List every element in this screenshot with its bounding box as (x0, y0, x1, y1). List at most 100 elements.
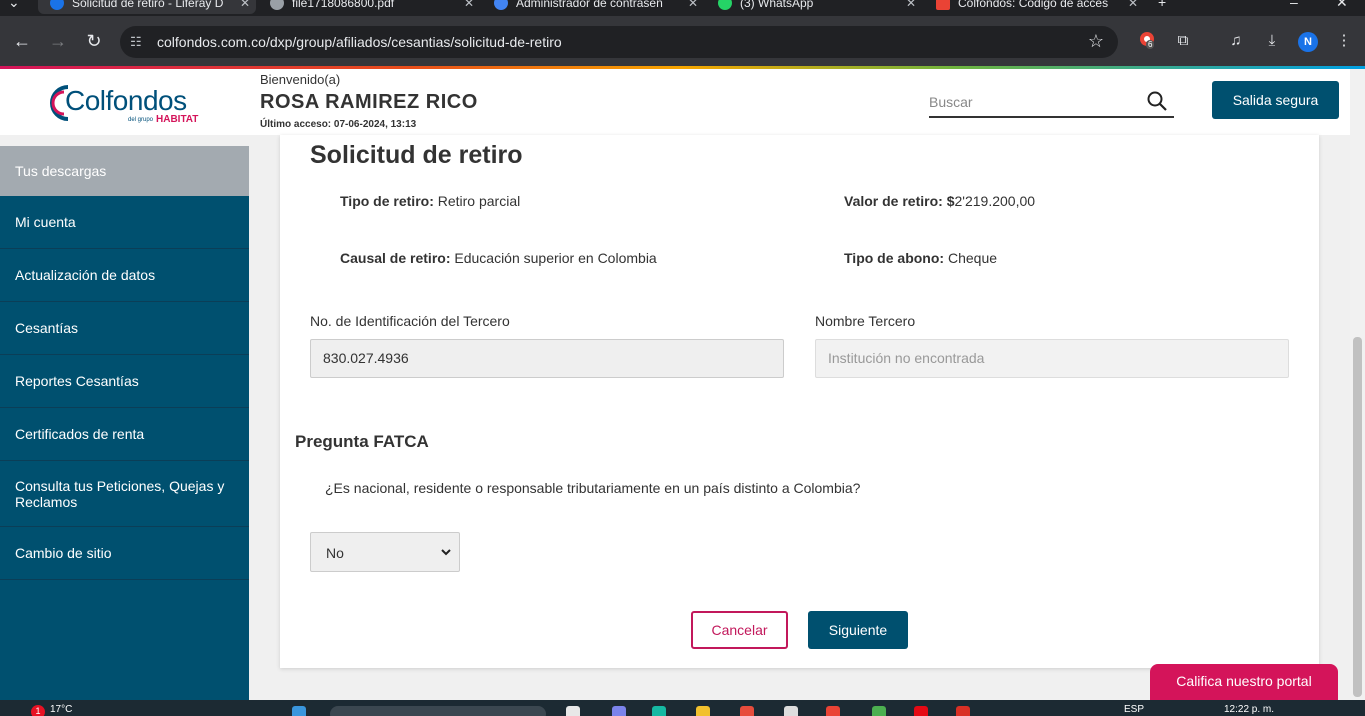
sidebar: Tus descargas Mi cuenta Actualización de… (0, 146, 249, 700)
sidebar-item-pqr[interactable]: Consulta tus Peticiones, Quejas y Reclam… (0, 461, 249, 527)
reload-icon[interactable]: ↻ (83, 30, 105, 52)
close-tab-icon[interactable]: ✕ (240, 0, 250, 12)
scrollbar-thumb[interactable] (1353, 337, 1362, 697)
search-box (929, 89, 1174, 118)
sidebar-item-update-data[interactable]: Actualización de datos (0, 249, 249, 302)
tab-title: Administrador de contraseñ (516, 0, 663, 10)
edge-icon[interactable] (652, 706, 666, 716)
weather-badge: 1 (31, 705, 45, 716)
withdrawal-cause-label: Causal de retiro: (340, 250, 451, 266)
weather-temperature[interactable]: 17°C (50, 704, 72, 715)
tab-colfondos-code[interactable]: Colfondos: Código de acces ✕ (924, 0, 1144, 14)
third-party-id-field[interactable]: 830.027.4936 (310, 339, 784, 378)
withdrawal-amount-label: Valor de retiro: (844, 193, 943, 209)
currency-symbol: $ (946, 193, 955, 209)
site-settings-icon[interactable]: ☷ (130, 34, 146, 50)
sidebar-item-downloads[interactable]: Tus descargas (0, 146, 249, 196)
key-favicon-icon (494, 0, 508, 10)
whatsapp-favicon-icon (718, 0, 732, 10)
sidebar-item-label: Cambio de sitio (15, 545, 112, 561)
logo-sub: del grupo (128, 117, 154, 123)
file-explorer-icon[interactable] (696, 706, 710, 716)
profile-avatar[interactable]: N (1298, 32, 1318, 52)
search-icon[interactable] (1146, 90, 1168, 112)
app-icon[interactable] (740, 706, 754, 716)
page-title: Solicitud de retiro (310, 141, 523, 169)
tab-solicitud-retiro[interactable]: Solicitud de retiro - Liferay D ✕ (38, 0, 256, 14)
chrome-icon[interactable] (826, 706, 840, 716)
sidebar-item-change-site[interactable]: Cambio de sitio (0, 527, 249, 580)
sidebar-item-label: Mi cuenta (15, 214, 76, 230)
search-input[interactable] (929, 91, 1139, 113)
bookmark-star-icon[interactable]: ☆ (1088, 31, 1104, 52)
close-tab-icon[interactable]: ✕ (1128, 0, 1138, 12)
teams-icon[interactable] (612, 706, 626, 716)
chevron-down-icon (441, 549, 451, 556)
payment-type: Tipo de abono: Cheque (844, 250, 997, 266)
tab-pdf[interactable]: file1718086800.pdf ✕ (258, 0, 480, 14)
netflix-icon[interactable] (914, 706, 928, 716)
payment-type-label: Tipo de abono: (844, 250, 945, 266)
welcome-text: Bienvenido(a) (260, 72, 341, 87)
forward-arrow-icon[interactable]: → (47, 30, 69, 52)
back-arrow-icon[interactable]: ← (11, 30, 33, 52)
menu-kebab-icon[interactable]: ⋮ (1333, 30, 1355, 52)
clock[interactable]: 12:22 p. m. (1224, 704, 1274, 715)
tab-password-manager[interactable]: Administrador de contraseñ ✕ (482, 0, 704, 14)
sidebar-item-certificates[interactable]: Certificados de renta (0, 408, 249, 461)
withdrawal-form-card: Solicitud de retiro Tipo de retiro: Reti… (280, 135, 1319, 668)
windows-start-icon[interactable] (292, 706, 306, 716)
page-scrollbar[interactable] (1350, 69, 1365, 700)
extensions-puzzle-icon[interactable]: ⧉ (1172, 30, 1194, 52)
windows-taskbar: 1 17°C ESP 12:22 p. m. (0, 700, 1365, 716)
sidebar-item-label: Certificados de renta (15, 426, 145, 442)
sidebar-item-account[interactable]: Mi cuenta (0, 196, 249, 249)
close-tab-icon[interactable]: ✕ (688, 0, 698, 12)
app-icon[interactable] (872, 706, 886, 716)
store-icon[interactable] (784, 706, 798, 716)
address-bar[interactable]: ☷ colfondos.com.co/dxp/group/afiliados/c… (120, 26, 1118, 58)
liferay-favicon-icon (50, 0, 64, 10)
new-tab-icon[interactable]: + (1158, 0, 1166, 10)
task-view-icon[interactable] (566, 706, 580, 716)
minimize-icon[interactable]: – (1290, 0, 1298, 10)
tab-search-icon[interactable]: ⌄ (8, 0, 20, 11)
fatca-answer-select[interactable]: No (310, 532, 460, 572)
sidebar-item-reports[interactable]: Reportes Cesantías (0, 355, 249, 408)
cancel-button[interactable]: Cancelar (691, 611, 788, 649)
url-text[interactable]: colfondos.com.co/dxp/group/afiliados/ces… (157, 34, 562, 50)
tab-title: Colfondos: Código de acces (958, 0, 1109, 10)
secure-logout-button[interactable]: Salida segura (1212, 81, 1339, 119)
third-party-name-field[interactable]: Institución no encontrada (815, 339, 1289, 378)
tab-title: Solicitud de retiro - Liferay D (72, 0, 224, 10)
sidebar-item-label: Reportes Cesantías (15, 373, 139, 389)
close-window-icon[interactable]: ✕ (1336, 0, 1348, 11)
tab-whatsapp[interactable]: (3) WhatsApp ✕ (706, 0, 922, 14)
language-indicator[interactable]: ESP (1124, 704, 1144, 715)
rate-portal-button[interactable]: Califica nuestro portal (1150, 664, 1338, 700)
third-party-id-label: No. de Identificación del Tercero (310, 313, 510, 329)
sidebar-item-label: Consulta tus Peticiones, Quejas y Reclam… (15, 477, 225, 510)
payment-type-value: Cheque (947, 250, 998, 266)
withdrawal-amount-value: 2'219.200,00 (954, 193, 1036, 209)
close-tab-icon[interactable]: ✕ (464, 0, 474, 12)
third-party-name-label: Nombre Tercero (815, 313, 916, 329)
gmail-favicon-icon (936, 0, 950, 10)
withdrawal-cause: Causal de retiro: Educación superior en … (340, 250, 657, 266)
withdrawal-type-label: Tipo de retiro: (340, 193, 434, 209)
media-control-icon[interactable]: ♫ (1225, 30, 1247, 52)
sidebar-item-label: Tus descargas (15, 163, 107, 179)
browser-toolbar: ← → ↻ ☷ colfondos.com.co/dxp/group/afili… (0, 16, 1365, 66)
close-tab-icon[interactable]: ✕ (906, 0, 916, 12)
last-access: Último acceso: 07-06-2024, 13:13 (260, 119, 417, 130)
sidebar-item-cesantias[interactable]: Cesantías (0, 302, 249, 355)
download-icon[interactable]: ⤓ (1261, 30, 1283, 52)
user-name: ROSA RAMIREZ RICO (260, 91, 478, 113)
fatca-answer-value: No (326, 545, 344, 561)
taskbar-search-box[interactable] (330, 706, 546, 716)
sidebar-item-label: Actualización de datos (15, 267, 156, 283)
logo-brand: HABITAT (156, 114, 199, 125)
next-button[interactable]: Siguiente (808, 611, 908, 649)
colfondos-logo[interactable]: Colfondos del grupo HABITAT (44, 81, 214, 129)
app-icon[interactable] (956, 706, 970, 716)
